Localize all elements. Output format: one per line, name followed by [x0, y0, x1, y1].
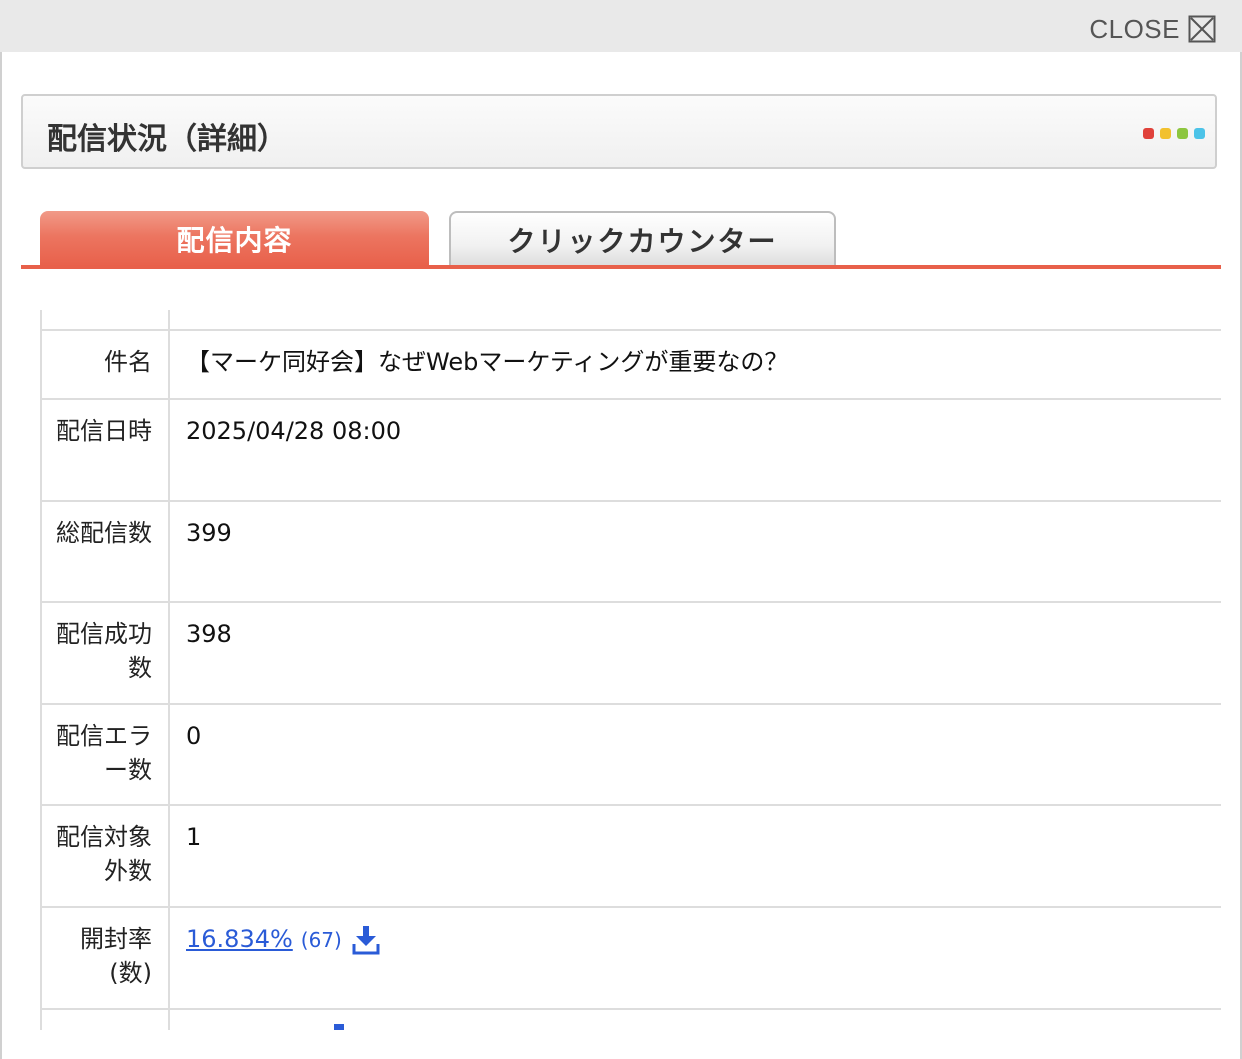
- window-top-bar: CLOSE: [0, 0, 1242, 52]
- partial-link-mark: [334, 1024, 344, 1030]
- table-row-success-count: 配信成功数 398: [40, 601, 1221, 703]
- close-label: CLOSE: [1089, 13, 1180, 44]
- dot-yellow: [1160, 128, 1171, 139]
- table-row-total-sent: 総配信数 399: [40, 500, 1221, 601]
- table-row-next: [40, 1008, 1221, 1030]
- open-count: (67): [300, 928, 342, 952]
- row-value: 【マーケ同好会】なぜWebマーケティングが重要なの？: [186, 348, 789, 376]
- window-frame-left: [0, 52, 2, 1059]
- row-value: 399: [186, 519, 232, 547]
- row-value: 398: [186, 620, 232, 648]
- table-row-error-count: 配信エラー数 0: [40, 703, 1221, 804]
- row-value: 2025/04/28 08:00: [186, 417, 402, 445]
- open-rate-link[interactable]: 16.834%: [186, 925, 293, 953]
- panel-title: 配信状況（詳細）: [47, 122, 287, 157]
- row-label: 件名: [104, 348, 152, 376]
- row-value: 16.834% (67): [186, 922, 1211, 957]
- row-label: 配信成功数: [56, 620, 152, 682]
- dot-red: [1143, 128, 1154, 139]
- tab-label: 配信内容: [176, 224, 293, 257]
- close-button[interactable]: CLOSE: [1089, 12, 1216, 46]
- close-box-icon: [1188, 15, 1216, 43]
- tab-underline: [21, 265, 1221, 269]
- tab-delivery-content[interactable]: 配信内容: [40, 211, 429, 267]
- panel-header: 配信状況（詳細）: [21, 94, 1217, 169]
- table-row-open-rate: 開封率 (数) 16.834% (67): [40, 906, 1221, 1008]
- table-row-delivery-datetime: 配信日時 2025/04/28 08:00: [40, 398, 1221, 500]
- table-row-subject: 件名 【マーケ同好会】なぜWebマーケティングが重要なの？: [40, 329, 1221, 398]
- row-label: 総配信数: [56, 519, 152, 547]
- download-icon[interactable]: [352, 925, 380, 955]
- detail-table: 件名 【マーケ同好会】なぜWebマーケティングが重要なの？ 配信日時 2025/…: [40, 310, 1221, 1030]
- row-value: 1: [186, 823, 202, 851]
- row-label: 配信エラー数: [56, 722, 152, 784]
- dot-blue: [1194, 128, 1205, 139]
- tab-label: クリックカウンター: [507, 225, 778, 258]
- decorative-dots: [1143, 128, 1205, 139]
- tab-click-counter[interactable]: クリックカウンター: [449, 211, 836, 267]
- table-row-excluded-count: 配信対象外数 1: [40, 804, 1221, 906]
- dot-green: [1177, 128, 1188, 139]
- row-label: 配信日時: [56, 417, 152, 445]
- row-value: 0: [186, 722, 202, 750]
- row-label: 配信対象外数: [56, 823, 152, 885]
- row-label: 開封率 (数): [80, 925, 152, 987]
